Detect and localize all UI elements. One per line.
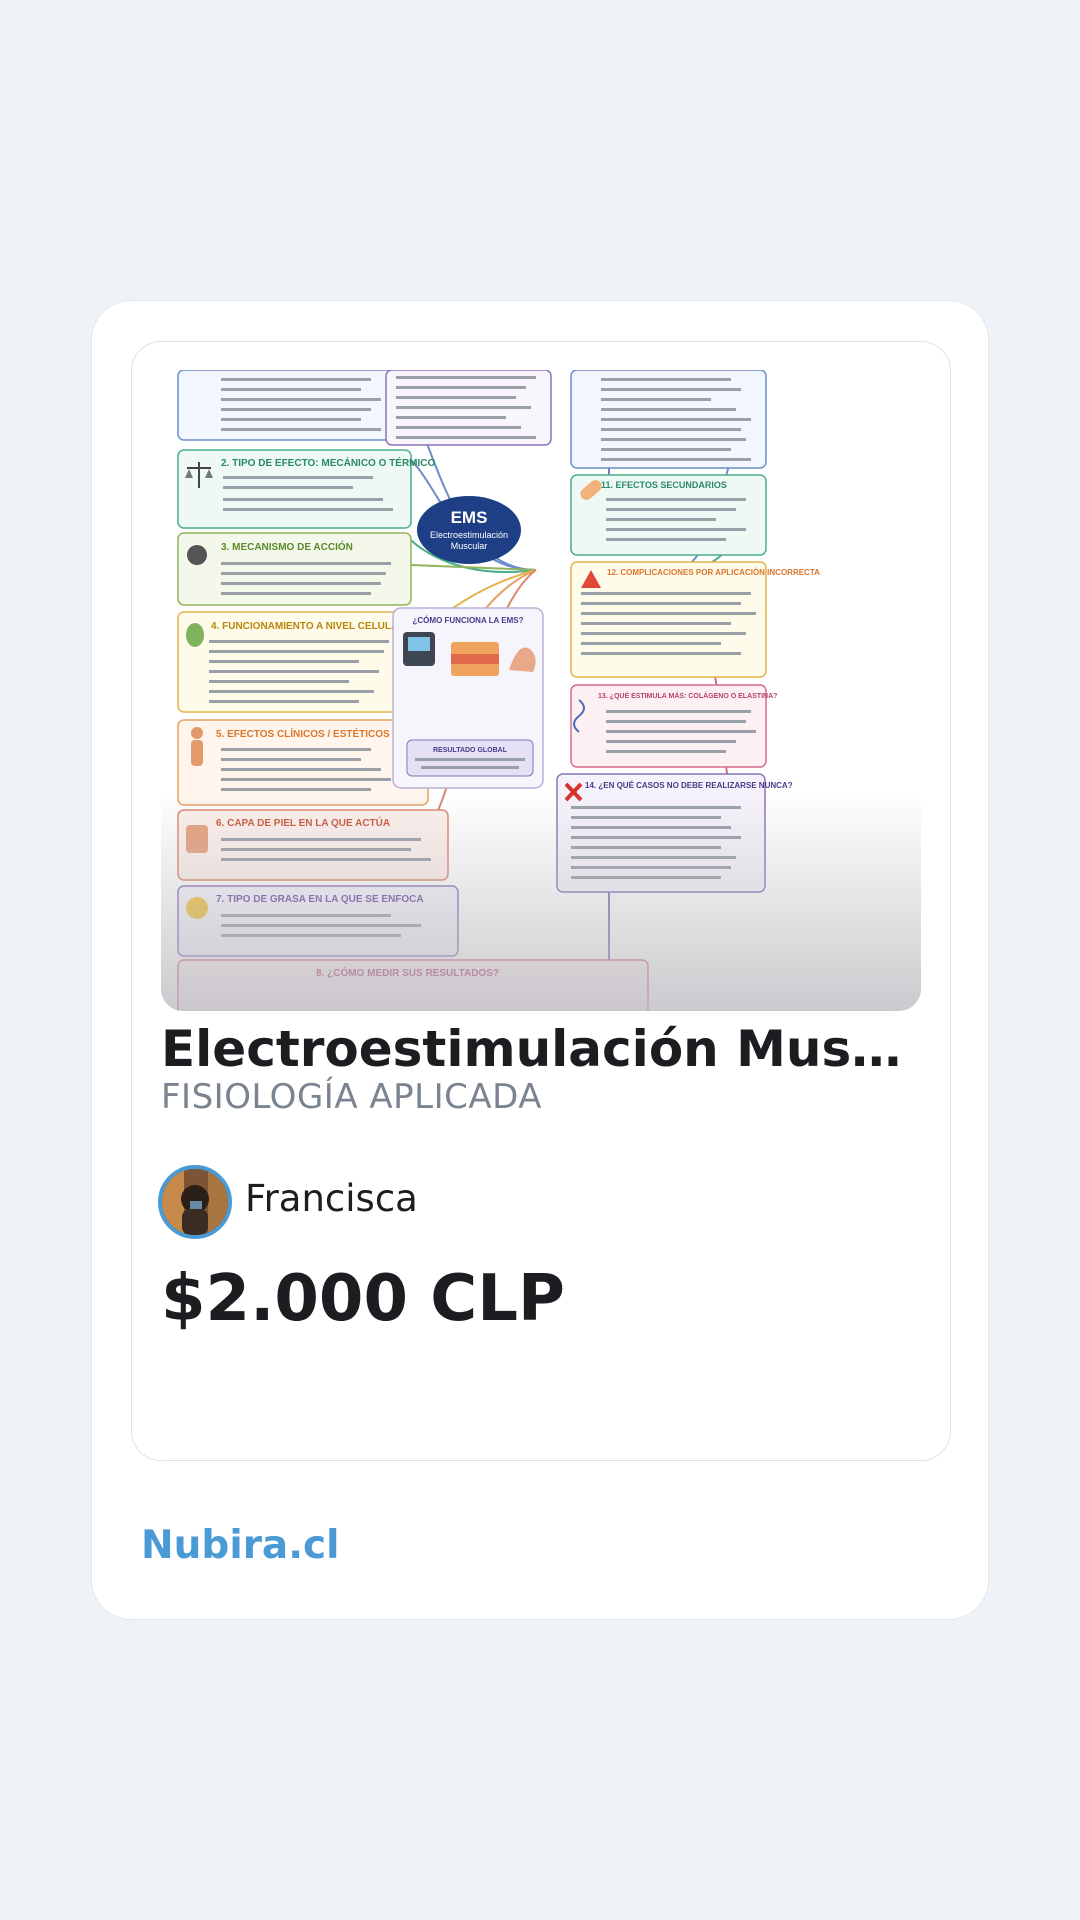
product-listing-card[interactable]: 2. TIPO DE EFECTO: MECÁNICO O TÉRMICO 3.… <box>91 300 989 1620</box>
avatar-photo <box>162 1169 228 1235</box>
section-heading: 3. MECANISMO DE ACCIÓN <box>221 540 353 553</box>
seller-name[interactable]: Francisca <box>245 1177 418 1220</box>
skin-layer-icon <box>186 825 208 853</box>
section-heading: 7. TIPO DE GRASA EN LA QUE SE ENFOCA <box>216 894 424 905</box>
seller-avatar[interactable] <box>158 1165 232 1239</box>
product-card[interactable]: 2. TIPO DE EFECTO: MECÁNICO O TÉRMICO 3.… <box>131 341 951 1461</box>
section-heading: 13. ¿QUÉ ESTIMULA MÁS: COLÁGENO O ELASTI… <box>598 691 777 700</box>
result-title: RESULTADO GLOBAL <box>433 747 508 754</box>
section-heading: 12. COMPLICACIONES POR APLICACIÓN INCORR… <box>607 568 820 577</box>
product-category: FISIOLOGÍA APLICADA <box>161 1077 542 1117</box>
how-it-works-title: ¿CÓMO FUNCIONA LA EMS? <box>413 616 524 625</box>
brand-link[interactable]: Nubira.cl <box>141 1523 340 1568</box>
section-heading: 6. CAPA DE PIEL EN LA QUE ACTÚA <box>216 816 390 829</box>
fat-cell-icon <box>186 897 208 919</box>
cell-icon <box>186 623 204 647</box>
section-heading: 14. ¿EN QUÉ CASOS NO DEBE REALIZARSE NUN… <box>585 781 793 790</box>
gear-icon <box>187 545 207 565</box>
section-heading: 2. TIPO DE EFECTO: MECÁNICO O TÉRMICO <box>221 456 435 469</box>
section-heading: 4. FUNCIONAMIENTO A NIVEL CELULAR <box>211 621 406 632</box>
ems-title: EMS <box>451 508 488 527</box>
info-box <box>556 773 766 893</box>
product-thumbnail[interactable]: 2. TIPO DE EFECTO: MECÁNICO O TÉRMICO 3.… <box>161 370 921 1011</box>
body-icon <box>191 727 203 766</box>
ems-subtitle: Muscular <box>451 541 488 551</box>
ems-center-node: EMS Electroestimulación Muscular <box>417 496 521 564</box>
ems-subtitle: Electroestimulación <box>430 530 508 540</box>
product-price: $2.000 CLP <box>161 1262 565 1336</box>
section-heading: 8. ¿CÓMO MEDIR SUS RESULTADOS? <box>316 966 499 979</box>
product-title[interactable]: Electroestimulación Muscula... <box>161 1020 921 1078</box>
section-heading: 5. EFECTOS CLÍNICOS / ESTÉTICOS <box>216 727 390 740</box>
section-heading: 11. EFECTOS SECUNDARIOS <box>601 480 727 490</box>
ems-infographic: 2. TIPO DE EFECTO: MECÁNICO O TÉRMICO 3.… <box>177 370 820 1011</box>
info-box <box>570 561 767 678</box>
